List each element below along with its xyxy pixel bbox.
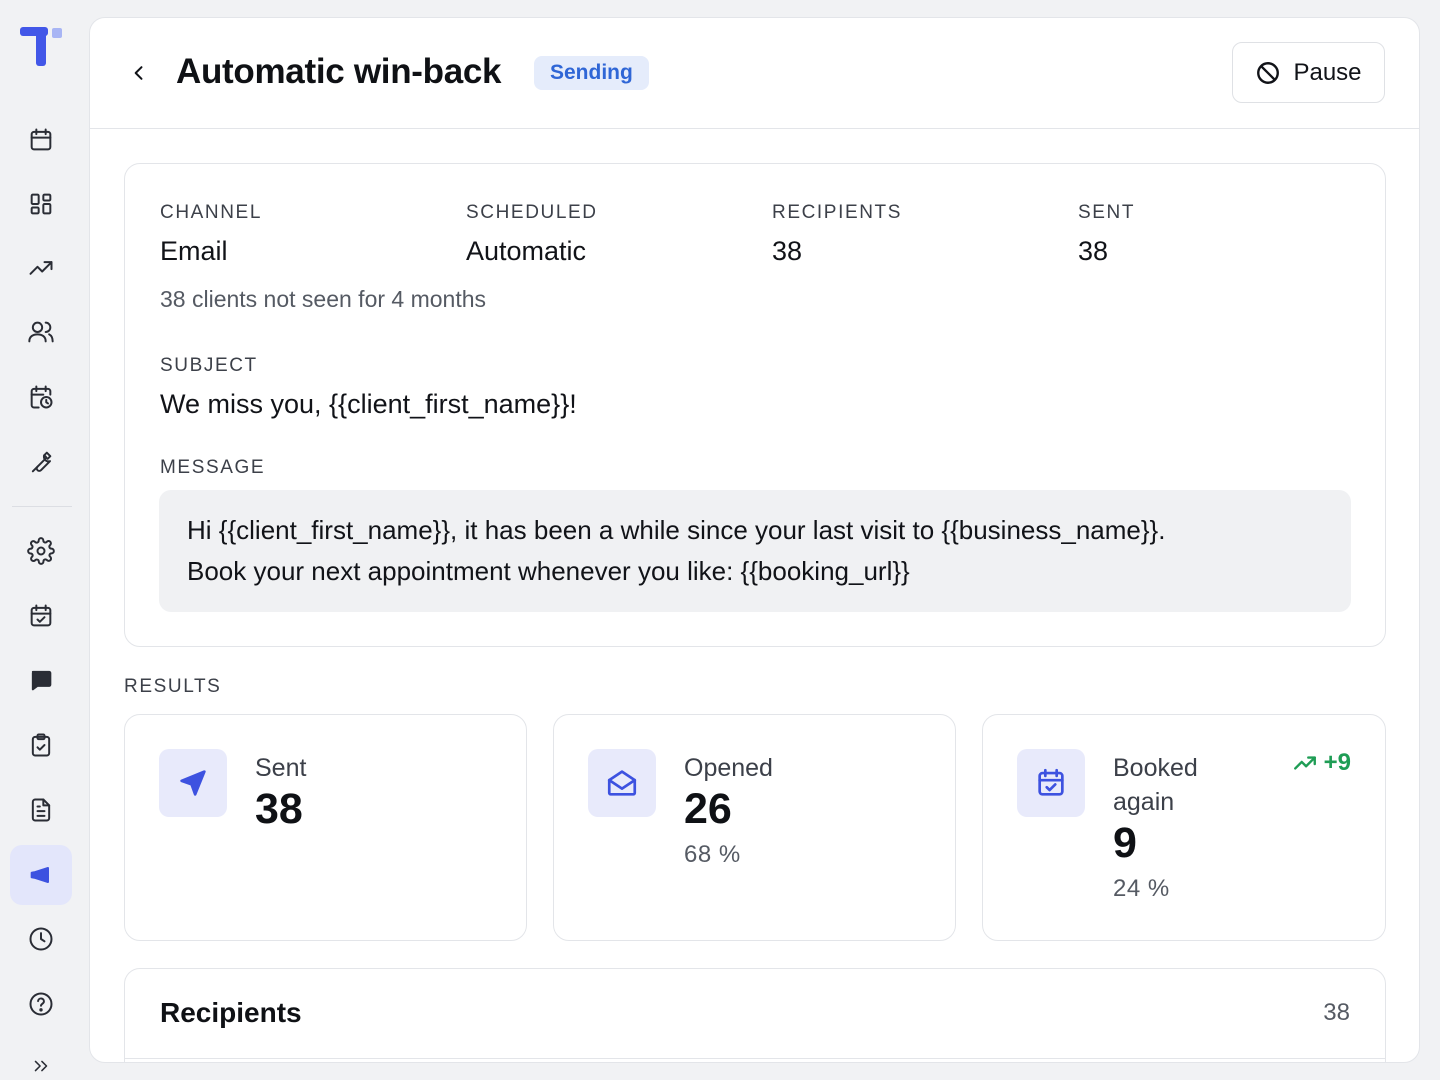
- back-button[interactable]: [126, 58, 152, 88]
- recipients-divider: [125, 1058, 1385, 1059]
- channel-label: CHANNEL: [160, 202, 262, 223]
- campaign-details-card: CHANNEL Email SCHEDULED Automatic RECIPI…: [124, 163, 1386, 647]
- page-title: Automatic win-back: [176, 52, 502, 91]
- campaign-panel: Automatic win-back Sending Pause CHANNEL…: [89, 17, 1420, 1063]
- wrench-icon[interactable]: [10, 432, 72, 492]
- stat-percent: 68 %: [684, 841, 741, 868]
- stat-label: Opened: [684, 754, 773, 782]
- sidebar: [0, 0, 82, 1080]
- recipients-title: Recipients: [160, 997, 302, 1028]
- stat-card-booked: Booked again +9 9 24 %: [982, 714, 1386, 941]
- pause-button-label: Pause: [1293, 58, 1362, 86]
- trending-up-icon: [1293, 756, 1316, 770]
- campaign-content: CHANNEL Email SCHEDULED Automatic RECIPI…: [124, 163, 1386, 1062]
- calendar-icon[interactable]: [10, 110, 72, 170]
- mail-open-icon: [588, 749, 656, 817]
- message-label: MESSAGE: [160, 457, 266, 478]
- recipients-count: 38: [1323, 999, 1350, 1026]
- calendar-check-icon: [1017, 749, 1085, 817]
- clipboard-check-icon[interactable]: [10, 715, 72, 775]
- stat-label-line: Booked: [1113, 754, 1198, 782]
- message-line: Book your next appointment whenever you …: [187, 556, 910, 586]
- status-badge: Sending: [534, 56, 649, 90]
- subject-label: SUBJECT: [160, 355, 258, 376]
- trending-icon[interactable]: [10, 238, 72, 298]
- channel-value: Email: [160, 236, 228, 266]
- stat-value: 38: [255, 785, 303, 833]
- ban-icon: [1257, 61, 1280, 84]
- users-icon[interactable]: [10, 302, 72, 362]
- results-heading: RESULTS: [124, 676, 222, 697]
- audience-description: 38 clients not seen for 4 months: [160, 286, 487, 312]
- chevron-left-icon: [134, 66, 143, 80]
- message-line: Hi {{client_first_name}}, it has been a …: [187, 515, 1166, 545]
- page-header: Automatic win-back Sending Pause: [90, 18, 1419, 129]
- trend-indicator: +9: [1292, 749, 1351, 777]
- pause-button[interactable]: Pause: [1232, 42, 1385, 103]
- recipients-label: RECIPIENTS: [772, 202, 903, 223]
- calendar-check-icon[interactable]: [10, 586, 72, 646]
- stat-card-sent: Sent 38: [124, 714, 527, 941]
- stat-value: 9: [1113, 819, 1137, 867]
- chevrons-right-icon[interactable]: [10, 1040, 72, 1080]
- dashboard-icon[interactable]: [10, 174, 72, 234]
- chat-icon[interactable]: [10, 650, 72, 710]
- scheduled-value: Automatic: [466, 236, 587, 266]
- megaphone-icon[interactable]: [10, 845, 72, 905]
- recipients-card: Recipients 38: [124, 968, 1386, 1062]
- nav-divider: [12, 506, 72, 507]
- app-logo[interactable]: [20, 27, 64, 67]
- stat-label-line: again: [1113, 788, 1175, 816]
- document-icon[interactable]: [10, 780, 72, 840]
- sent-label: SENT: [1078, 202, 1136, 223]
- stat-label: Booked again: [1113, 751, 1198, 819]
- stat-value: 26: [684, 785, 732, 833]
- recipients-value: 38: [772, 236, 803, 266]
- trend-value: +9: [1323, 749, 1351, 776]
- stat-percent: 24 %: [1113, 875, 1170, 902]
- send-icon: [159, 749, 227, 817]
- message-body: Hi {{client_first_name}}, it has been a …: [159, 490, 1351, 612]
- sent-value: 38: [1078, 236, 1109, 266]
- subject-value: We miss you, {{client_first_name}}!: [160, 389, 577, 419]
- help-icon[interactable]: [10, 974, 72, 1034]
- gear-icon[interactable]: [10, 521, 72, 581]
- scheduled-label: SCHEDULED: [466, 202, 598, 223]
- stat-label: Sent: [255, 754, 307, 782]
- stat-card-opened: Opened 26 68 %: [553, 714, 956, 941]
- calendar-clock-icon[interactable]: [10, 367, 72, 427]
- clock-icon[interactable]: [10, 909, 72, 969]
